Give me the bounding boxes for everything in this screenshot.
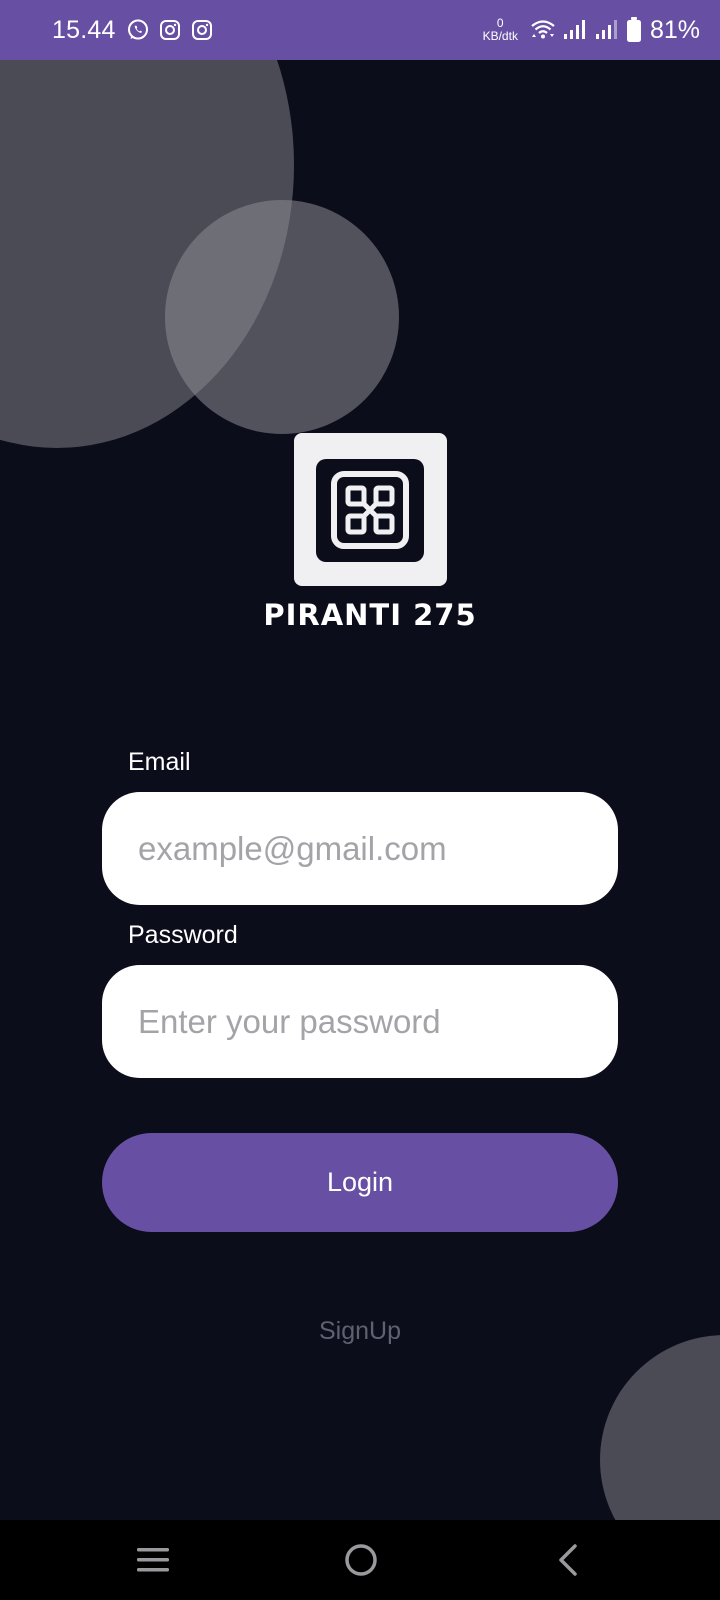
network-speed: 0 KB/dtk (483, 17, 518, 43)
email-input[interactable] (102, 792, 618, 905)
signup-link[interactable]: SignUp (260, 1317, 460, 1346)
password-label: Password (128, 921, 238, 949)
password-input[interactable] (102, 965, 618, 1078)
instagram-icon (190, 18, 214, 42)
decorative-circle-top-small (165, 200, 399, 434)
logo-glyph-icon (331, 471, 409, 549)
app-logo (294, 433, 447, 586)
signal-icon (588, 19, 620, 41)
battery-percentage: 81% (649, 16, 700, 44)
status-bar: 15.44 0 KB/dtk 81% (0, 0, 720, 60)
app-name: PIRANTI 275 (263, 598, 477, 632)
signal-icon (556, 19, 588, 41)
network-speed-unit: KB/dtk (482, 29, 518, 43)
menu-icon[interactable] (129, 1538, 177, 1582)
login-button[interactable]: Login (102, 1133, 618, 1232)
home-icon[interactable] (337, 1538, 385, 1582)
status-notification-icons (126, 18, 214, 42)
navigation-bar (0, 1520, 720, 1600)
battery-icon (620, 17, 642, 43)
whatsapp-icon (126, 18, 150, 42)
email-label: Email (128, 748, 191, 776)
app-logo-mark (316, 459, 424, 562)
status-time: 15.44 (52, 16, 116, 44)
login-screen: 15.44 0 KB/dtk 81% PIRANTI 275 Email exa… (0, 0, 720, 1600)
status-system-icons: 0 KB/dtk 81% (483, 10, 700, 50)
wifi-icon (524, 19, 556, 41)
instagram-icon (158, 18, 182, 42)
back-icon[interactable] (544, 1538, 592, 1582)
